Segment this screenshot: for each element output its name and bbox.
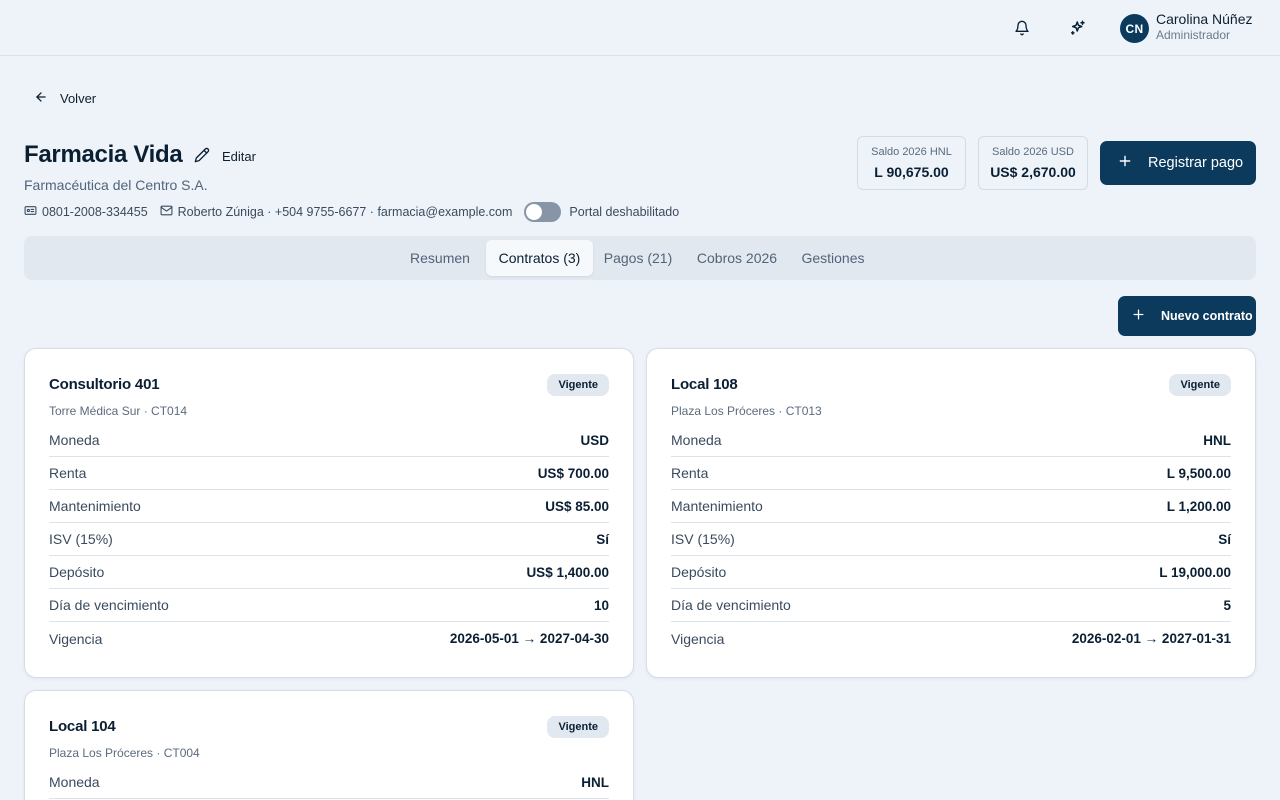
detail-row-deposit: Depósito US$ 1,400.00 bbox=[49, 556, 609, 589]
contract-subtitle: Plaza Los Próceres · CT013 bbox=[671, 404, 822, 418]
detail-row-tax: ISV (15%) Sí bbox=[49, 523, 609, 556]
detail-row-rent: Renta US$ 700.00 bbox=[49, 457, 609, 490]
status-badge: Vigente bbox=[547, 716, 609, 738]
tab-pagos[interactable]: Pagos (21) bbox=[600, 240, 676, 276]
detail-value: 2026-02-01 → 2027-01-31 bbox=[1071, 631, 1231, 646]
detail-label: Día de vencimiento bbox=[49, 597, 169, 613]
detail-value: HNL bbox=[1203, 432, 1231, 448]
contract-details: Moneda USD Renta US$ 700.00 Mantenimiento U… bbox=[49, 424, 609, 655]
detail-row-currency: Moneda USD bbox=[49, 424, 609, 457]
detail-value: 5 bbox=[1223, 597, 1231, 613]
detail-row-maintenance: Mantenimiento US$ 85.00 bbox=[49, 490, 609, 523]
user-name[interactable]: Carolina Núñez bbox=[1156, 11, 1253, 27]
detail-value: 10 bbox=[593, 597, 609, 613]
tab-contratos[interactable]: Contratos (3) bbox=[486, 240, 593, 276]
plus-icon bbox=[1132, 308, 1145, 324]
pencil-icon bbox=[194, 147, 210, 166]
detail-row-tax: ISV (15%) Sí bbox=[671, 523, 1231, 556]
detail-label: Mantenimiento bbox=[49, 498, 141, 514]
detail-row-maintenance: Mantenimiento L 1,200.00 bbox=[671, 490, 1231, 523]
status-badge: Vigente bbox=[1169, 374, 1231, 396]
status-badge: Vigente bbox=[547, 374, 609, 396]
detail-value: L 9,500.00 bbox=[1166, 465, 1231, 481]
contract-title: Consultorio 401 bbox=[49, 376, 160, 393]
detail-label: Renta bbox=[49, 465, 87, 481]
detail-label: ISV (15%) bbox=[49, 531, 113, 547]
mail-icon bbox=[160, 204, 173, 220]
contract-title: Local 108 bbox=[671, 376, 738, 393]
rtn-number: 0801-2008-334455 bbox=[42, 205, 148, 219]
detail-label: Mantenimiento bbox=[671, 498, 763, 514]
contract-subtitle: Torre Médica Sur · CT014 bbox=[49, 404, 188, 418]
detail-value: USD bbox=[580, 432, 609, 448]
contract-subtitle: Plaza Los Próceres · CT004 bbox=[49, 746, 200, 760]
contract-title: Local 104 bbox=[49, 718, 116, 735]
contract-card[interactable]: Local 104 Vigente Plaza Los Próceres · C… bbox=[24, 690, 634, 800]
detail-label: Día de vencimiento bbox=[671, 597, 791, 613]
detail-row-currency: Moneda HNL bbox=[49, 766, 609, 799]
detail-label: Vigencia bbox=[671, 630, 725, 647]
balance-hnl-card: Saldo 2026 HNL L 90,675.00 bbox=[857, 136, 966, 190]
notifications-bell-icon[interactable] bbox=[1008, 14, 1036, 42]
edit-button[interactable]: Editar bbox=[194, 147, 256, 166]
sparkles-icon[interactable] bbox=[1064, 14, 1092, 42]
balance-hnl-value: L 90,675.00 bbox=[874, 164, 949, 180]
top-bar: CN Carolina Núñez Administrador bbox=[0, 0, 1280, 56]
detail-row-term: Vigencia 2026-05-01 → 2027-04-30 bbox=[49, 622, 609, 655]
plus-icon bbox=[1118, 154, 1132, 172]
detail-value: US$ 85.00 bbox=[545, 498, 609, 514]
detail-value: L 1,200.00 bbox=[1166, 498, 1231, 514]
detail-label: Moneda bbox=[49, 432, 100, 448]
detail-value: US$ 700.00 bbox=[537, 465, 609, 481]
balance-usd-card: Saldo 2026 USD US$ 2,670.00 bbox=[978, 136, 1088, 190]
tab-cobros[interactable]: Cobros 2026 bbox=[688, 240, 786, 276]
detail-value: 2026-05-01 → 2027-04-30 bbox=[449, 631, 609, 646]
back-label: Volver bbox=[60, 91, 97, 106]
user-role: Administrador bbox=[1156, 28, 1231, 42]
detail-label: Vigencia bbox=[49, 630, 103, 647]
detail-label: Depósito bbox=[671, 564, 727, 580]
avatar[interactable]: CN bbox=[1120, 14, 1149, 43]
detail-value: US$ 1,400.00 bbox=[526, 564, 609, 580]
contract-details: Moneda HNL bbox=[49, 766, 609, 799]
contract-card[interactable]: Local 108 Vigente Plaza Los Próceres · C… bbox=[646, 348, 1256, 678]
detail-label: Renta bbox=[671, 465, 709, 481]
detail-row-due-day: Día de vencimiento 5 bbox=[671, 589, 1231, 622]
edit-label: Editar bbox=[222, 149, 256, 164]
page-title: Farmacia Vida bbox=[24, 141, 183, 168]
back-link[interactable]: Volver bbox=[34, 90, 96, 107]
register-payment-label: Registrar pago bbox=[1148, 155, 1244, 171]
detail-label: ISV (15%) bbox=[671, 531, 735, 547]
id-card-icon bbox=[24, 204, 37, 220]
detail-label: Moneda bbox=[671, 432, 722, 448]
detail-row-deposit: Depósito L 19,000.00 bbox=[671, 556, 1231, 589]
tab-gestiones[interactable]: Gestiones bbox=[796, 240, 870, 276]
arrow-left-icon bbox=[34, 90, 48, 107]
balance-hnl-label: Saldo 2026 HNL bbox=[871, 146, 952, 158]
portal-toggle[interactable] bbox=[524, 202, 562, 222]
detail-value: Sí bbox=[596, 531, 609, 547]
tab-resumen[interactable]: Resumen bbox=[404, 240, 476, 276]
contact-info: Roberto Zúniga · +504 9755-6677 · farmac… bbox=[177, 205, 513, 219]
balance-usd-value: US$ 2,670.00 bbox=[990, 164, 1076, 180]
detail-row-term: Vigencia 2026-02-01 → 2027-01-31 bbox=[671, 622, 1231, 655]
detail-row-due-day: Día de vencimiento 10 bbox=[49, 589, 609, 622]
contract-card[interactable]: Consultorio 401 Vigente Torre Médica Sur… bbox=[24, 348, 634, 678]
new-contract-button[interactable]: Nuevo contrato bbox=[1118, 296, 1256, 336]
new-contract-label: Nuevo contrato bbox=[1161, 309, 1253, 323]
balance-usd-label: Saldo 2026 USD bbox=[992, 146, 1074, 158]
company-name: Farmacéutica del Centro S.A. bbox=[24, 177, 208, 193]
detail-value: HNL bbox=[581, 774, 609, 790]
detail-label: Moneda bbox=[49, 774, 100, 790]
contract-details: Moneda HNL Renta L 9,500.00 Mantenimiento L… bbox=[671, 424, 1231, 655]
register-payment-button[interactable]: Registrar pago bbox=[1100, 141, 1256, 185]
tenant-meta: 0801-2008-334455 Roberto Zúniga · +504 9… bbox=[24, 202, 679, 222]
detail-value: L 19,000.00 bbox=[1159, 564, 1231, 580]
detail-row-rent: Renta L 9,500.00 bbox=[671, 457, 1231, 490]
detail-row-currency: Moneda HNL bbox=[671, 424, 1231, 457]
tab-bar: Resumen Contratos (3) Pagos (21) Cobros … bbox=[24, 236, 1256, 280]
detail-label: Depósito bbox=[49, 564, 105, 580]
detail-value: Sí bbox=[1218, 531, 1231, 547]
portal-status: Portal deshabilitado bbox=[569, 205, 680, 219]
